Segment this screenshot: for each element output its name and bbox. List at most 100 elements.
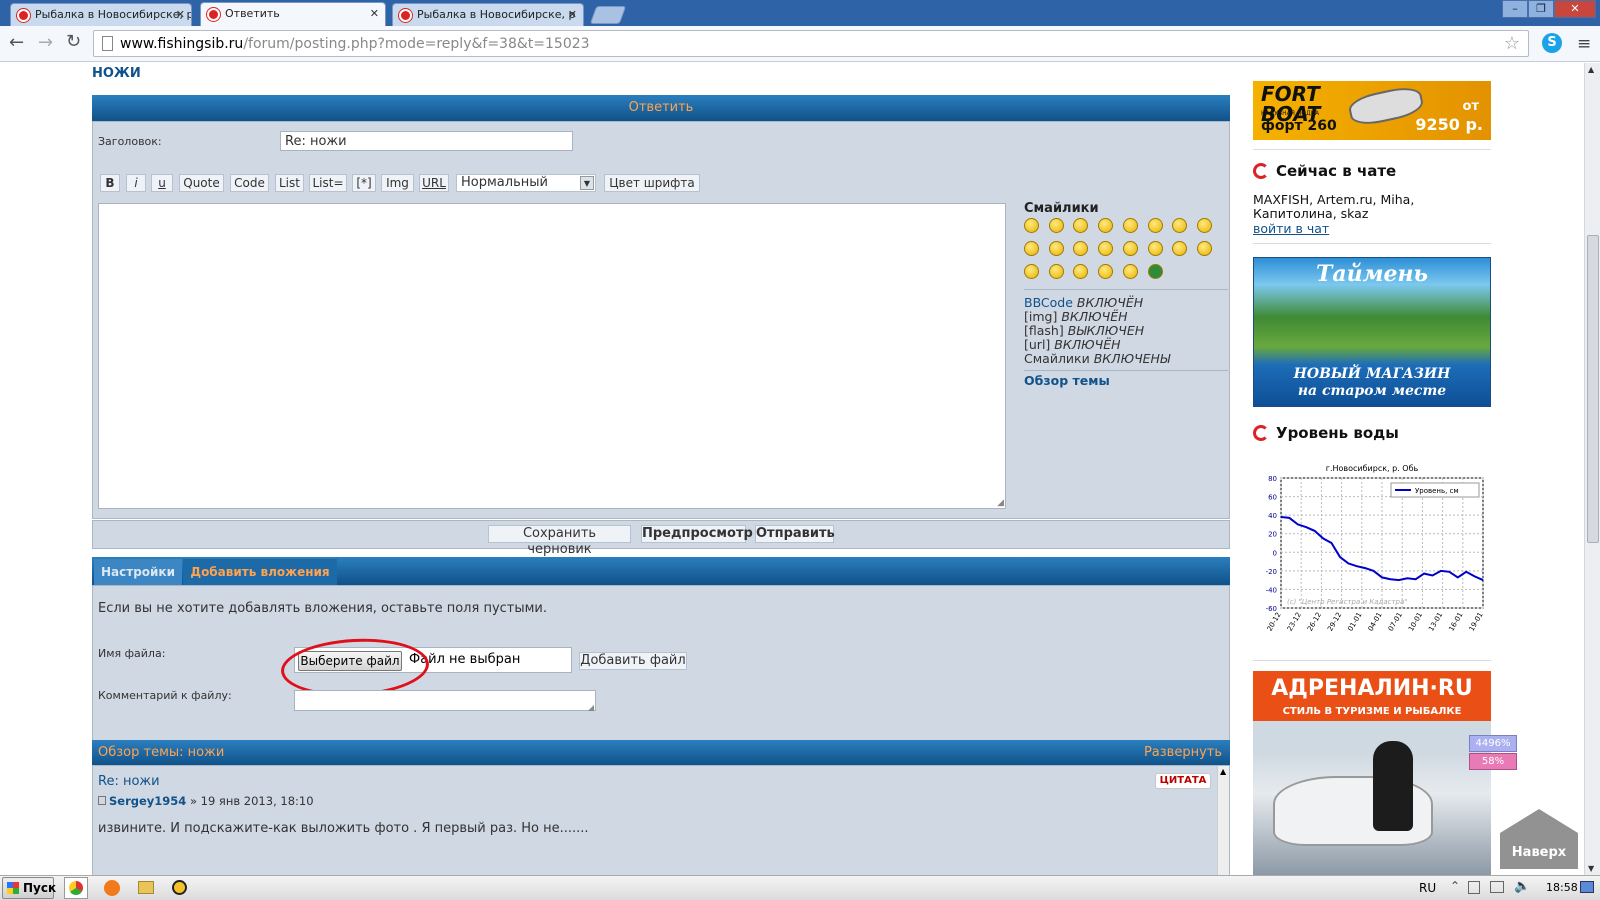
browser-tab-fishing-2[interactable]: Рыбалка в Новосибирске, р ✕ <box>392 3 584 26</box>
post-author-link[interactable]: Sergey1954 <box>109 794 186 808</box>
breadcrumb[interactable]: НОЖИ <box>92 66 141 81</box>
x-tick-label: 01-01 <box>1346 611 1363 633</box>
display-icon[interactable] <box>1490 881 1504 893</box>
bold-button[interactable]: B <box>100 174 120 192</box>
smiley-shocked-icon[interactable] <box>1122 218 1138 233</box>
start-button[interactable]: Пуск <box>2 877 56 899</box>
code-button[interactable]: Code <box>230 174 269 192</box>
expand-link[interactable]: Развернуть <box>1144 745 1222 760</box>
list-item-button[interactable]: [*] <box>352 174 376 192</box>
resize-handle-icon[interactable]: ◢ <box>588 703 594 712</box>
smiley-exclaim-icon[interactable] <box>1024 264 1039 279</box>
app-icon[interactable] <box>172 880 187 895</box>
url-text: www.fishingsib.ru/forum/posting.php?mode… <box>120 36 590 52</box>
windows-logo-icon <box>7 882 19 894</box>
underline-button[interactable]: u <box>151 174 173 192</box>
smiley-wink-icon[interactable] <box>1196 241 1212 256</box>
volume-icon[interactable]: 🔈 <box>1514 879 1530 894</box>
smiley-smile-icon[interactable] <box>1048 218 1064 233</box>
x-tick-label: 20-12 <box>1266 611 1283 633</box>
smiley-confused-icon[interactable] <box>1147 218 1163 233</box>
divider <box>1024 289 1228 290</box>
y-tick-label: 60 <box>1268 494 1277 502</box>
forward-arrow-icon[interactable]: → <box>38 32 53 53</box>
url-button[interactable]: URL <box>419 174 449 192</box>
boat-image <box>1346 83 1426 129</box>
maximize-window-button[interactable]: ❐ <box>1528 0 1554 18</box>
smiley-sick-icon[interactable] <box>1122 264 1138 279</box>
language-indicator[interactable]: RU <box>1419 881 1436 895</box>
chrome-taskbar-button[interactable] <box>64 877 88 899</box>
back-arrow-icon[interactable]: ← <box>9 32 24 53</box>
img-button[interactable]: Img <box>381 174 414 192</box>
page-scrollbar[interactable]: ▲ ▼ <box>1584 63 1600 875</box>
ordered-list-button[interactable]: List= <box>309 174 347 192</box>
submit-button[interactable]: Отправить <box>755 525 835 543</box>
smiley-twisted-icon[interactable] <box>1122 241 1138 256</box>
browser-menu-icon[interactable]: ≡ <box>1577 34 1591 54</box>
file-comment-textarea[interactable]: ◢ <box>294 690 596 712</box>
add-file-button[interactable]: Добавить файл <box>579 652 687 670</box>
font-color-button[interactable]: Цвет шрифта <box>604 174 700 192</box>
enter-chat-link[interactable]: войти в чат <box>1253 221 1329 236</box>
scroll-up-icon[interactable]: ▲ <box>1588 65 1594 74</box>
smiley-neutral-icon[interactable] <box>1098 241 1114 256</box>
preview-button[interactable]: Предпросмотр <box>641 525 753 543</box>
smiley-grin-icon[interactable] <box>1024 218 1039 233</box>
resize-handle-icon[interactable]: ◢ <box>997 498 1004 508</box>
minimize-window-button[interactable]: – <box>1502 0 1528 18</box>
fortboat-ad[interactable]: FORT BOAT НАДУВНАЯ ЛОДКА форт 260 от 925… <box>1253 81 1491 140</box>
subject-input[interactable]: Re: ножи <box>280 131 573 151</box>
list-button[interactable]: List <box>275 174 304 192</box>
taimen-ad[interactable]: Таймень НОВЫЙ МАГАЗИН на старом месте <box>1253 257 1491 407</box>
smiley-razz-icon[interactable] <box>1048 241 1064 256</box>
smiley-arrow-icon[interactable] <box>1098 264 1114 279</box>
scroll-up-icon[interactable]: ▲ <box>1220 767 1226 776</box>
italic-button[interactable]: i <box>126 174 146 192</box>
skype-extension-icon[interactable]: S <box>1542 33 1562 53</box>
review-scrollbar[interactable]: ▲ <box>1217 766 1229 875</box>
post-title-link[interactable]: Re: ножи <box>98 774 160 789</box>
bookmark-star-icon[interactable]: ☆ <box>1504 33 1520 54</box>
bbcode-link[interactable]: BBCode <box>1024 295 1073 310</box>
chevron-down-icon[interactable]: ▼ <box>580 176 594 190</box>
smiley-laugh-icon[interactable] <box>1196 218 1212 233</box>
page-content: НОЖИ Ответить Заголовок: Re: ножи B i u … <box>0 63 1584 875</box>
adrenalin-ad[interactable]: АДРЕНАЛИН·RU СТИЛЬ В ТУРИЗМЕ И РЫБАЛКЕ <box>1253 671 1491 875</box>
scrollbar-thumb[interactable] <box>1587 235 1599 543</box>
tray-expand-icon[interactable]: ⌃ <box>1450 879 1460 893</box>
y-tick-label: 20 <box>1268 531 1277 539</box>
smiley-question-icon[interactable] <box>1048 264 1064 279</box>
topic-review-link[interactable]: Обзор темы <box>1024 373 1110 388</box>
tab-add-attachments[interactable]: Добавить вложения <box>183 559 337 585</box>
smiley-green-icon[interactable] <box>1147 264 1163 279</box>
ad2-line2: на старом месте <box>1297 383 1447 399</box>
reload-icon[interactable]: ↻ <box>66 31 81 52</box>
back-to-top-button[interactable]: Наверх <box>1500 809 1578 869</box>
font-size-select[interactable]: Нормальный ▼ <box>456 174 596 192</box>
browser-tab-reply[interactable]: Ответить ✕ <box>200 2 386 26</box>
close-tab-icon[interactable]: ✕ <box>176 8 185 21</box>
close-tab-icon[interactable]: ✕ <box>568 8 577 21</box>
close-window-button[interactable]: ✕ <box>1554 0 1596 18</box>
network-icon[interactable] <box>1468 881 1480 894</box>
new-tab-button[interactable] <box>589 6 627 24</box>
address-bar[interactable]: www.fishingsib.ru/forum/posting.php?mode… <box>93 30 1529 57</box>
x-tick-label: 07-01 <box>1387 611 1404 633</box>
quote-post-button[interactable]: ЦИТАТА <box>1155 773 1211 789</box>
save-draft-button[interactable]: Сохранить черновик <box>488 525 631 557</box>
y-tick-label: -40 <box>1266 586 1277 594</box>
message-textarea[interactable]: ◢ <box>98 203 1006 509</box>
scroll-down-icon[interactable]: ▼ <box>1588 864 1594 873</box>
smiley-mad-icon[interactable] <box>1024 241 1039 256</box>
browser-tab-fishing-1[interactable]: Рыбалка в Новосибирске, р ✕ <box>10 3 192 26</box>
tab-settings[interactable]: Настройки <box>94 559 182 585</box>
smiley-evil-icon[interactable] <box>1147 241 1163 256</box>
firefox-icon[interactable] <box>104 880 120 896</box>
site-favicon-icon <box>17 9 30 22</box>
show-desktop-icon[interactable] <box>1580 881 1594 893</box>
smiley-surprised-icon[interactable] <box>1098 218 1114 233</box>
close-tab-icon[interactable]: ✕ <box>370 7 379 20</box>
quote-button[interactable]: Quote <box>179 174 224 192</box>
folder-icon[interactable] <box>138 881 154 894</box>
